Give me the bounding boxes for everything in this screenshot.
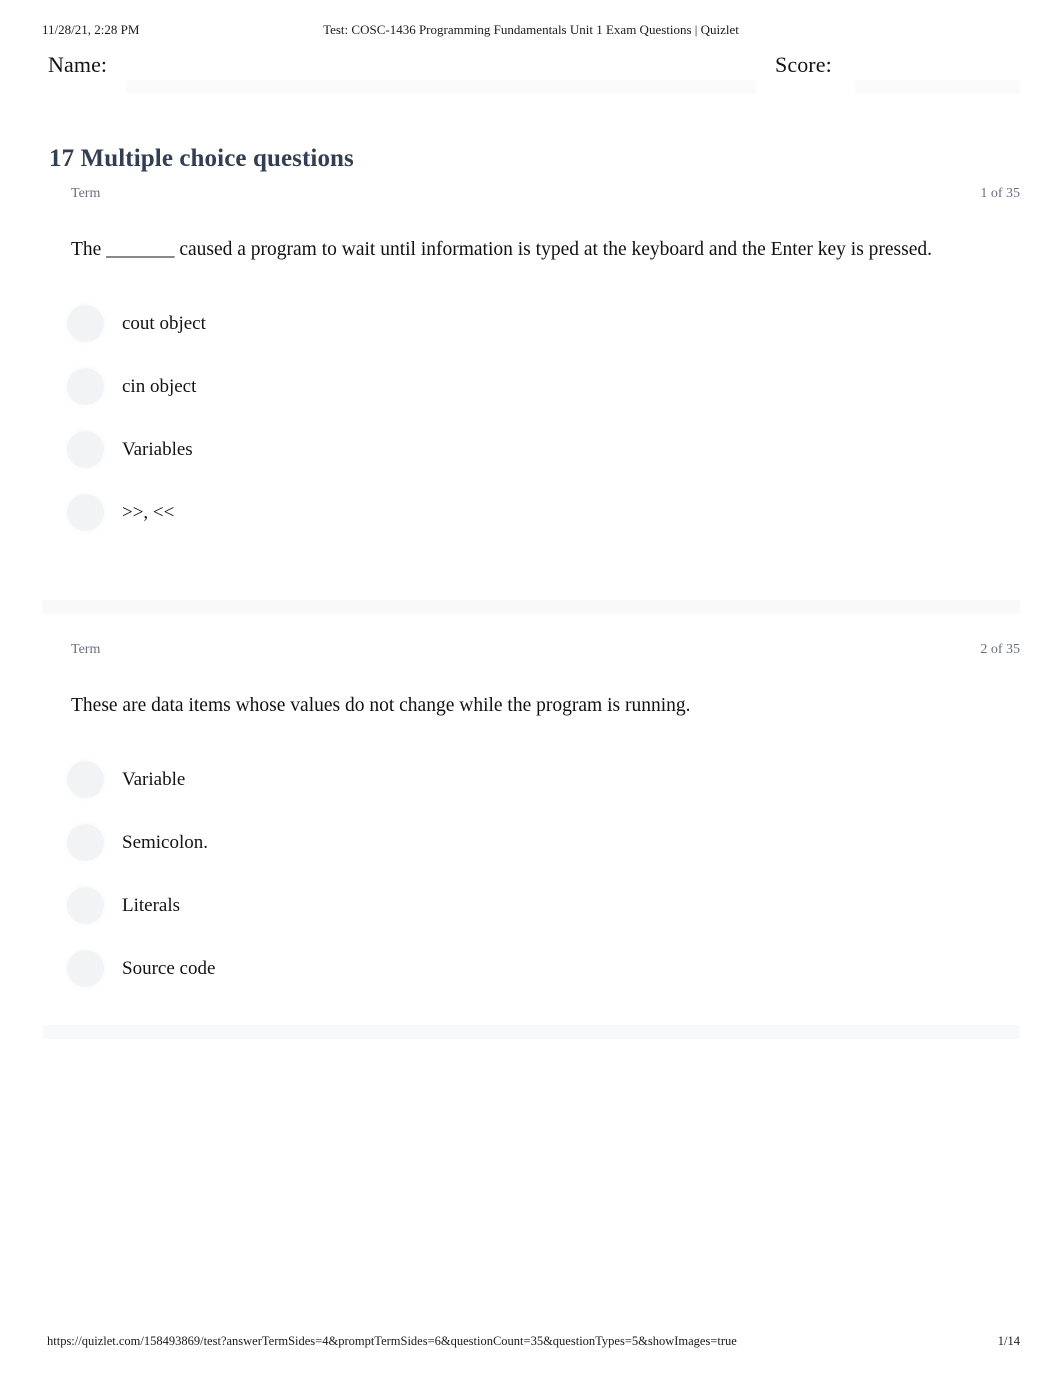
answer-option-list: Variable Semicolon. Literals Source code <box>42 761 1020 1013</box>
answer-option-label: >>, << <box>122 502 175 523</box>
print-header: 11/28/21, 2:28 PM Test: COSC-1436 Progra… <box>0 22 1062 42</box>
print-footer-url: https://quizlet.com/158493869/test?answe… <box>47 1334 737 1348</box>
answer-option[interactable]: Variable <box>42 761 1020 824</box>
radio-button-icon[interactable] <box>67 431 104 468</box>
section-heading: 17 Multiple choice questions <box>49 144 354 172</box>
radio-button-icon[interactable] <box>67 305 104 342</box>
answer-option[interactable]: Variables <box>42 431 1020 494</box>
score-label: Score: <box>775 52 832 77</box>
answer-option[interactable]: Literals <box>42 887 1020 950</box>
answer-option[interactable]: >>, << <box>42 494 1020 557</box>
answer-option-label: Variables <box>122 439 193 460</box>
answer-option-label: Semicolon. <box>122 832 209 853</box>
question-card: Term 1 of 35 The _______ caused a progra… <box>42 186 1020 557</box>
question-side-label: Term <box>71 642 101 657</box>
score-blank-field[interactable] <box>855 80 1020 94</box>
print-footer: https://quizlet.com/158493869/test?answe… <box>0 1334 1062 1354</box>
answer-option[interactable]: cin object <box>42 368 1020 431</box>
print-footer-page-number: 1/14 <box>997 1334 1020 1348</box>
question-prompt: The _______ caused a program to wait unt… <box>71 239 933 260</box>
question-prompt: These are data items whose values do not… <box>71 695 691 716</box>
answer-option-label: cout object <box>122 313 206 334</box>
name-label: Name: <box>48 52 108 77</box>
answer-option-label: Source code <box>122 958 216 979</box>
print-header-title: Test: COSC-1436 Programming Fundamentals… <box>323 22 739 37</box>
radio-button-icon[interactable] <box>67 950 104 987</box>
question-index-label: 2 of 35 <box>980 642 1020 657</box>
answer-option-list: cout object cin object Variables >>, << <box>42 305 1020 557</box>
radio-button-icon[interactable] <box>67 494 104 531</box>
question-card: Term 2 of 35 These are data items whose … <box>42 642 1020 1013</box>
radio-button-icon[interactable] <box>67 761 104 798</box>
name-blank-field[interactable] <box>126 80 756 94</box>
question-meta: Term 1 of 35 <box>42 186 1020 208</box>
question-index-label: 1 of 35 <box>980 186 1020 201</box>
answer-option[interactable]: Semicolon. <box>42 824 1020 887</box>
question-side-label: Term <box>71 186 101 201</box>
answer-option[interactable]: cout object <box>42 305 1020 368</box>
answer-option[interactable]: Source code <box>42 950 1020 1013</box>
answer-option-label: Variable <box>122 769 186 790</box>
answer-option-label: Literals <box>122 895 181 916</box>
question-divider <box>42 1025 1020 1039</box>
question-meta: Term 2 of 35 <box>42 642 1020 664</box>
answer-option-label: cin object <box>122 376 197 397</box>
radio-button-icon[interactable] <box>67 368 104 405</box>
question-divider <box>42 600 1020 614</box>
radio-button-icon[interactable] <box>67 887 104 924</box>
radio-button-icon[interactable] <box>67 824 104 861</box>
